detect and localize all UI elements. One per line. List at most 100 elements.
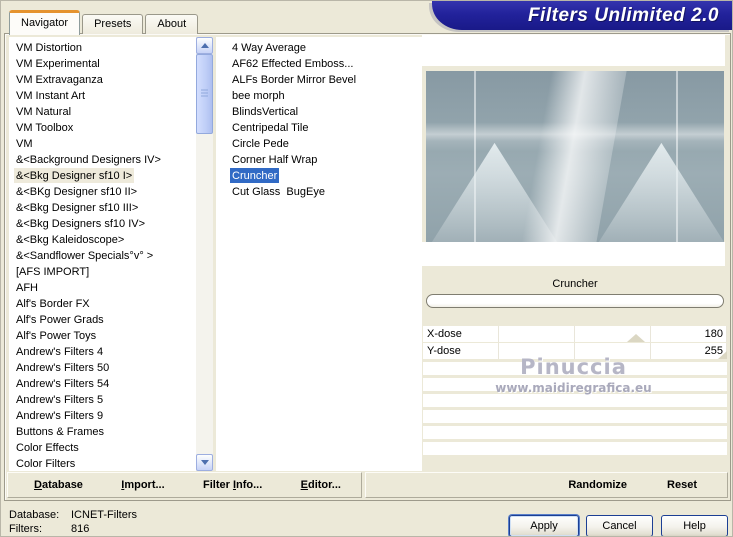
category-list-item-label: &<Bkg Designer sf10 I> xyxy=(14,168,135,183)
category-list-item[interactable]: &<Bkg Designers sf10 IV> xyxy=(9,216,196,232)
category-list-item-label: &<Background Designers IV> xyxy=(16,154,161,166)
x-dose-slider[interactable]: X-dose 180 xyxy=(423,326,727,342)
category-list-item[interactable]: Color Filters xyxy=(9,456,196,471)
category-list-item[interactable]: VM Instant Art xyxy=(9,88,196,104)
filter-list-item[interactable]: bee morph xyxy=(216,88,422,104)
category-list-item[interactable]: VM Natural xyxy=(9,104,196,120)
filter-list-item[interactable]: Circle Pede xyxy=(216,136,422,152)
category-list-item[interactable]: Andrew's Filters 5 xyxy=(9,392,196,408)
randomize-button[interactable]: Randomize xyxy=(568,479,627,491)
category-list-item-label: Alf's Power Grads xyxy=(16,314,104,326)
status-area: Database: ICNET-Filters Filters: 816 xyxy=(9,508,137,536)
slider-value: 180 xyxy=(704,328,723,340)
category-list-item[interactable]: VM Extravaganza xyxy=(9,72,196,88)
scroll-down-button[interactable] xyxy=(196,454,213,471)
tab-presets[interactable]: Presets xyxy=(82,14,144,34)
filter-list-item-label: Circle Pede xyxy=(232,138,289,150)
category-list-item[interactable]: Color Effects xyxy=(9,440,196,456)
category-list-item[interactable]: VM Distortion xyxy=(9,40,196,56)
category-list-item[interactable]: &<Background Designers IV> xyxy=(9,152,196,168)
selected-filter-name: Cruncher xyxy=(552,278,598,290)
category-list-item[interactable]: Alf's Power Grads xyxy=(9,312,196,328)
category-list-item-label: Color Effects xyxy=(16,442,79,454)
category-list-item[interactable]: Andrew's Filters 50 xyxy=(9,360,196,376)
preview-shape xyxy=(598,142,724,242)
category-list-item[interactable]: &<Bkg Kaleidoscope> xyxy=(9,232,196,248)
filter-list-item[interactable]: Cruncher xyxy=(216,168,422,184)
category-list-item-label: VM Experimental xyxy=(16,58,100,70)
category-list-item[interactable]: Andrew's Filters 54 xyxy=(9,376,196,392)
database-status-value: ICNET-Filters xyxy=(71,509,137,521)
category-list-item[interactable]: &<Bkg Designer sf10 III> xyxy=(9,200,196,216)
editor-button[interactable]: Editor... xyxy=(301,479,341,491)
database-button[interactable]: Database xyxy=(34,479,83,491)
filter-list-item[interactable]: 4 Way Average xyxy=(216,40,422,56)
action-bar-right: Randomize Reset xyxy=(365,472,728,498)
category-list-item-label: VM Natural xyxy=(16,106,72,118)
navigator-tab-page: VM Distortion VM Experimental VM Extravaga… xyxy=(4,33,731,501)
tab-about[interactable]: About xyxy=(145,14,199,34)
import-button[interactable]: Import... xyxy=(121,479,164,491)
category-list-item[interactable]: Andrew's Filters 4 xyxy=(9,344,196,360)
tab-navigator[interactable]: Navigator xyxy=(9,10,81,35)
reset-button[interactable]: Reset xyxy=(667,479,697,491)
category-list-item[interactable]: Buttons & Frames xyxy=(9,424,196,440)
slider-thumb[interactable] xyxy=(626,334,645,342)
category-list-item[interactable]: VM Toolbox xyxy=(9,120,196,136)
filter-list-item[interactable]: Cut Glass BugEye xyxy=(216,184,422,200)
chevron-down-icon xyxy=(200,460,209,465)
empty-parameter-row xyxy=(423,394,727,407)
action-bar-left: Database Import... Filter Info... Editor... xyxy=(7,472,362,498)
category-list-item-label: VM Distortion xyxy=(16,42,83,54)
scrollbar-thumb[interactable] xyxy=(196,54,213,134)
filter-list-item-label: AF62 Effected Emboss... xyxy=(232,58,354,70)
category-list-item[interactable]: VM Experimental xyxy=(9,56,196,72)
category-list-item-label: VM Toolbox xyxy=(16,122,74,134)
category-list-item-label: [AFS IMPORT] xyxy=(16,266,90,278)
category-list-item[interactable]: [AFS IMPORT] xyxy=(9,264,196,280)
category-list-item[interactable]: &<BKg Designer sf10 II> xyxy=(9,184,196,200)
category-list-item-label: &<Sandflower Specials°v° > xyxy=(16,250,154,262)
filter-list-item-label: 4 Way Average xyxy=(232,42,306,54)
preview-shape xyxy=(518,71,629,242)
category-list-item-label: Color Filters xyxy=(16,458,76,470)
category-list-item-label: VM Extravaganza xyxy=(16,74,103,86)
category-list-item[interactable]: AFH xyxy=(9,280,196,296)
help-button[interactable]: Help xyxy=(661,515,728,536)
category-list-item[interactable]: &<Sandflower Specials°v° > xyxy=(9,248,196,264)
category-list-item-label: Andrew's Filters 5 xyxy=(16,394,104,406)
category-list[interactable]: VM Distortion VM Experimental VM Extravaga… xyxy=(9,37,196,471)
category-list-item[interactable]: Andrew's Filters 9 xyxy=(9,408,196,424)
category-list-item-label: Andrew's Filters 54 xyxy=(16,378,110,390)
filter-list-item[interactable]: Corner Half Wrap xyxy=(216,152,422,168)
empty-parameter-row xyxy=(423,426,727,439)
filter-list[interactable]: 4 Way Average AF62 Effected Emboss... ALFs… xyxy=(216,37,422,471)
title-banner: Filters Unlimited 2.0 xyxy=(432,1,732,30)
cancel-button[interactable]: Cancel xyxy=(586,515,653,536)
category-list-item[interactable]: &<Bkg Designer sf10 I> xyxy=(9,168,196,184)
database-status-label: Database: xyxy=(9,509,60,521)
category-list-item[interactable]: VM xyxy=(9,136,196,152)
filter-list-item-label: Centripedal Tile xyxy=(232,122,309,134)
filter-list-item[interactable]: BlindsVertical xyxy=(216,104,422,120)
apply-button[interactable]: Apply xyxy=(509,515,579,536)
filter-list-item[interactable]: ALFs Border Mirror Bevel xyxy=(216,72,422,88)
filter-info-button[interactable]: Filter Info... xyxy=(203,479,262,491)
filter-list-item[interactable]: Centripedal Tile xyxy=(216,120,422,136)
category-list-item[interactable]: Alf's Power Toys xyxy=(9,328,196,344)
category-scrollbar[interactable] xyxy=(196,37,213,471)
filter-list-item[interactable]: AF62 Effected Emboss... xyxy=(216,56,422,72)
preview-pane: Cruncher X-dose 180 Y-dose 255 Pinuccia … xyxy=(422,35,728,471)
preview-pane-mid-strip xyxy=(422,242,725,266)
category-list-item-label: &<BKg Designer sf10 II> xyxy=(16,186,138,198)
category-list-item-label: &<Bkg Designers sf10 IV> xyxy=(16,218,146,230)
category-list-item[interactable]: Alf's Border FX xyxy=(9,296,196,312)
scroll-up-button[interactable] xyxy=(196,37,213,54)
category-list-item-label: Buttons & Frames xyxy=(16,426,105,438)
filter-list-item-label: BlindsVertical xyxy=(232,106,299,118)
filters-status-label: Filters: xyxy=(9,523,42,535)
watermark-url: www.maidiregrafica.eu xyxy=(495,381,652,395)
tab-bar: Navigator Presets About xyxy=(9,10,200,35)
filter-list-item-label: bee morph xyxy=(232,90,285,102)
progress-bar xyxy=(426,294,724,308)
